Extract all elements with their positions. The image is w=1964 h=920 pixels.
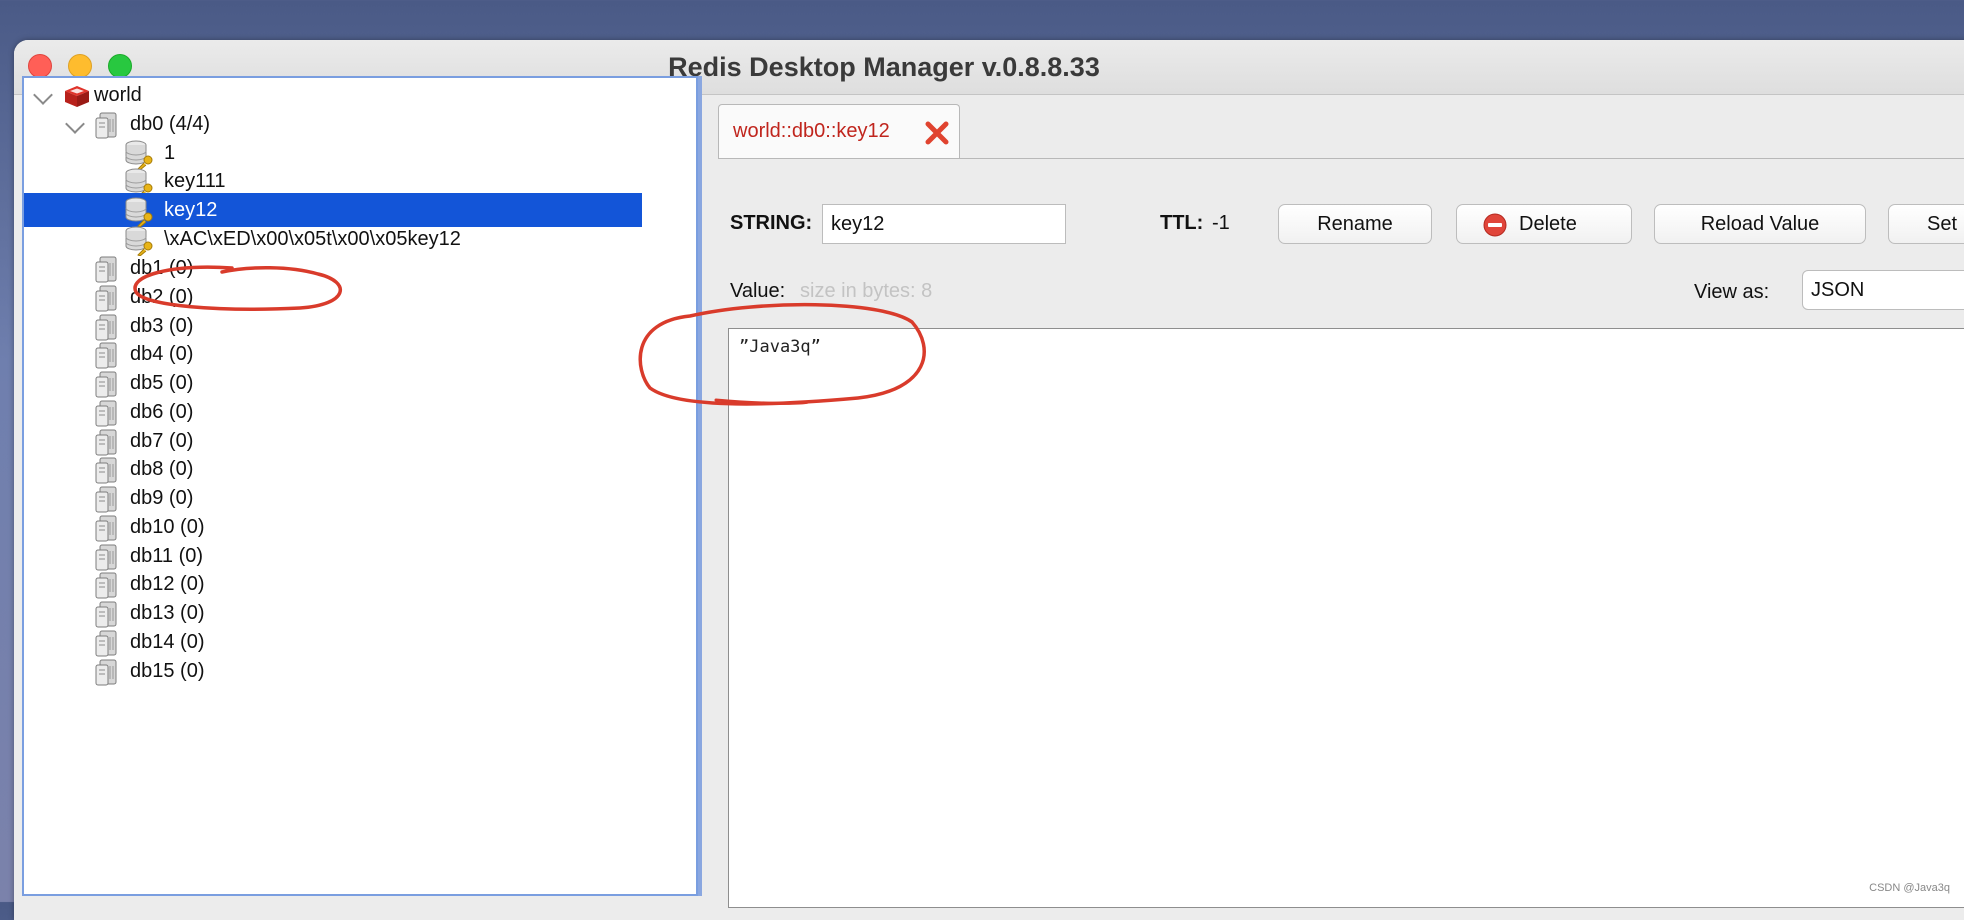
set-ttl-button[interactable]: Set bbox=[1888, 204, 1964, 244]
view-as-label: View as: bbox=[1694, 281, 1770, 303]
redis-server-icon bbox=[65, 86, 89, 107]
tab-key12[interactable]: world::db0::key12 bbox=[718, 104, 960, 159]
tab-label: world::db0::key12 bbox=[733, 120, 890, 142]
chevron-down-icon[interactable] bbox=[65, 114, 85, 134]
chevron-down-icon[interactable] bbox=[33, 85, 53, 105]
ttl-value: -1 bbox=[1212, 212, 1230, 234]
key-type-label: STRING: bbox=[730, 212, 813, 234]
value-editor[interactable]: ”Java3q” bbox=[728, 328, 1964, 908]
delete-button-label: Delete bbox=[1519, 213, 1577, 235]
database-label: db15 (0) bbox=[130, 659, 205, 682]
rename-button[interactable]: Rename bbox=[1278, 204, 1432, 244]
tree-item-db15[interactable]: db15 (0) bbox=[24, 654, 696, 688]
value-label: Value: bbox=[730, 280, 786, 302]
rename-button-label: Rename bbox=[1317, 213, 1393, 235]
close-tab-icon[interactable] bbox=[923, 119, 951, 147]
value-text: ”Java3q” bbox=[739, 337, 821, 357]
reload-value-button[interactable]: Reload Value bbox=[1654, 204, 1866, 244]
watermark: CSDN @Java3q bbox=[1869, 882, 1950, 894]
delete-button[interactable]: Delete bbox=[1456, 204, 1632, 244]
set-button-label: Set bbox=[1927, 213, 1958, 235]
key-editor-panel: world::db0::key12 STRING: TTL: -1 Rename… bbox=[702, 76, 1964, 908]
connection-tree[interactable]: world db0 (4/4) 1 key111 key12 \xAC\xED\… bbox=[22, 76, 698, 896]
ttl-label: TTL: bbox=[1160, 212, 1204, 234]
tab-bar-divider bbox=[718, 158, 1964, 159]
key-name-input[interactable] bbox=[822, 204, 1066, 244]
view-as-value: JSON bbox=[1811, 279, 1865, 301]
delete-icon bbox=[1483, 213, 1507, 237]
view-as-select[interactable]: JSON bbox=[1802, 270, 1964, 310]
database-icon bbox=[95, 659, 117, 685]
size-hint: size in bytes: 8 bbox=[800, 280, 933, 302]
reload-button-label: Reload Value bbox=[1700, 213, 1820, 235]
